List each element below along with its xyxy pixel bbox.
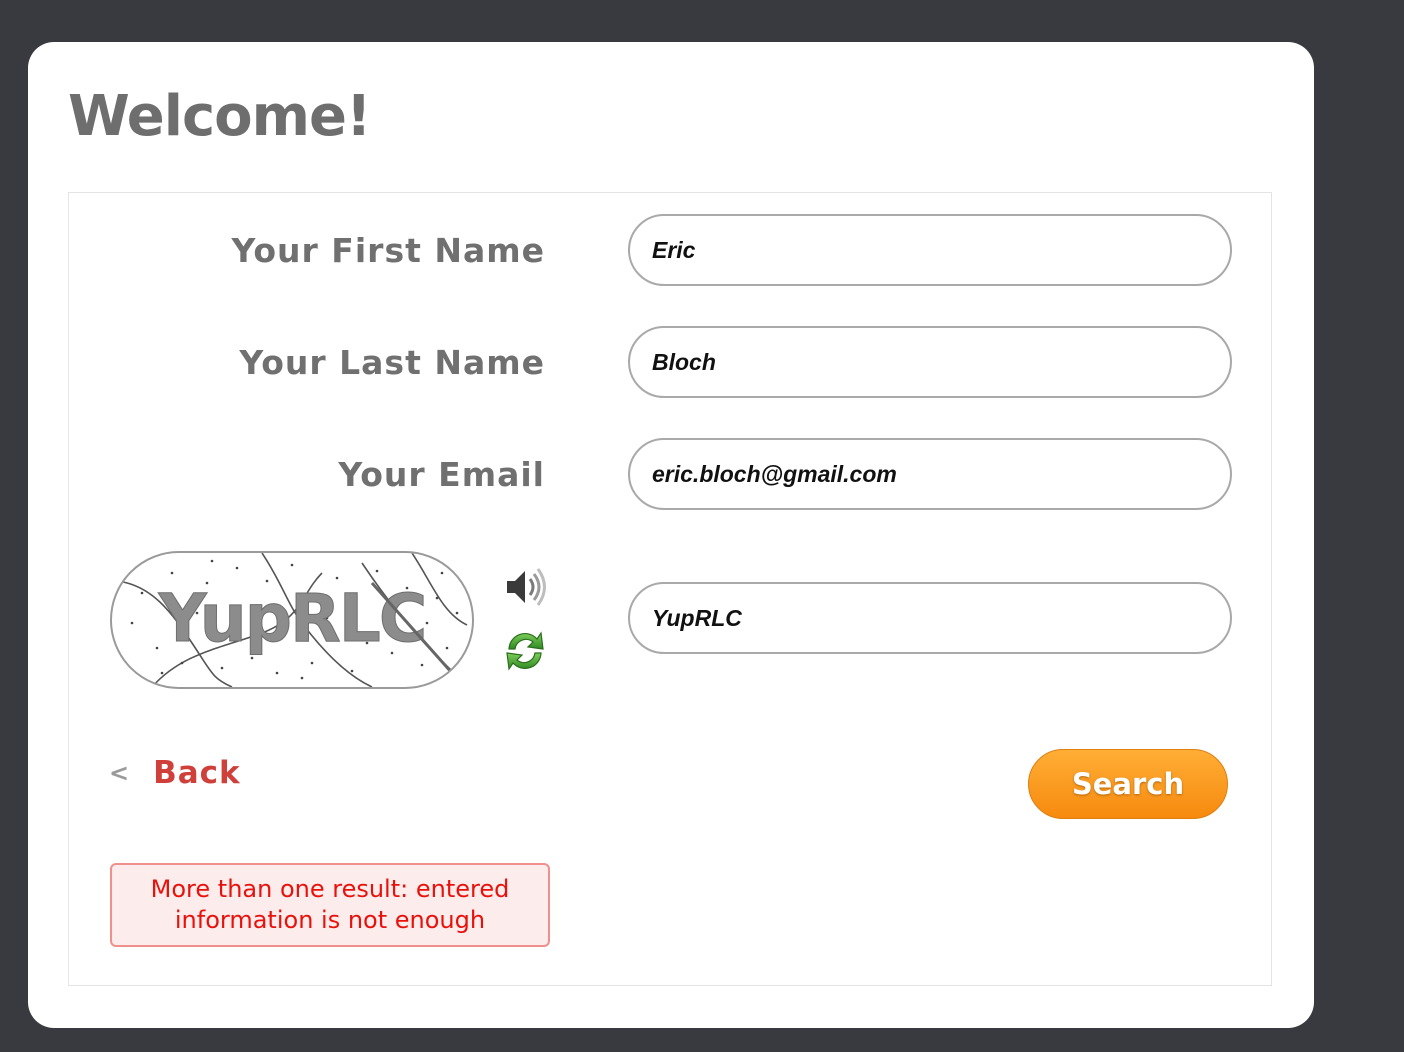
search-button[interactable]: Search: [1028, 749, 1228, 819]
refresh-icon[interactable]: [501, 627, 549, 675]
page-title: Welcome!: [68, 84, 371, 149]
speaker-icon[interactable]: [501, 563, 549, 611]
back-label: Back: [153, 755, 241, 791]
search-form-panel: Your First Name Your Last Name Your Emai…: [68, 192, 1272, 986]
first-name-input[interactable]: [628, 214, 1232, 286]
back-chevron-icon: <: [109, 759, 130, 787]
welcome-card: Welcome! Your First Name Your Last Name …: [28, 42, 1314, 1028]
captcha-image: YupRLC: [110, 551, 474, 689]
error-line-2: information is not enough: [174, 906, 486, 934]
email-input[interactable]: [628, 438, 1232, 510]
back-link[interactable]: < Back: [109, 755, 241, 791]
error-line-1: More than one result: entered: [150, 875, 510, 903]
last-name-input[interactable]: [628, 326, 1232, 398]
first-name-label: Your First Name: [231, 231, 545, 270]
email-label: Your Email: [338, 455, 545, 494]
captcha-text: YupRLC: [158, 580, 426, 657]
last-name-label: Your Last Name: [239, 343, 545, 382]
captcha-input[interactable]: [628, 582, 1232, 654]
error-message: More than one result: entered informatio…: [110, 863, 550, 947]
